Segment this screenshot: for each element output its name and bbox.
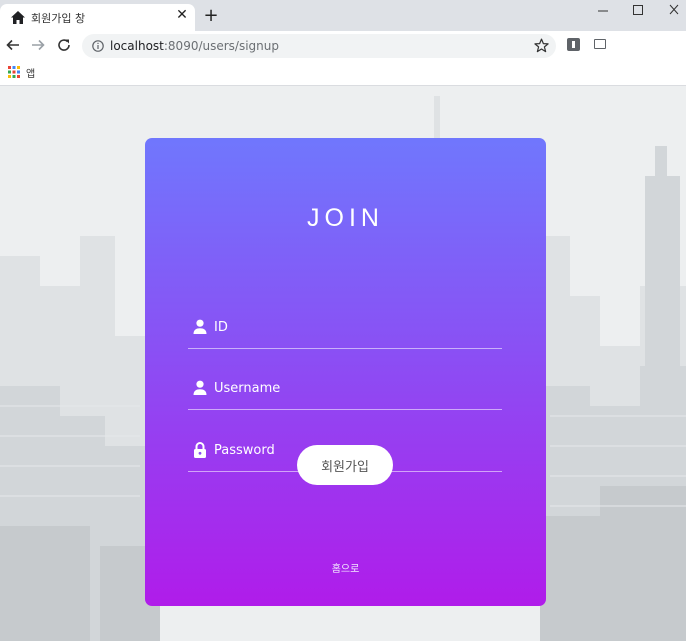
apps-bookmark-label[interactable]: 앱 — [26, 65, 35, 80]
id-input[interactable] — [214, 315, 494, 339]
lock-icon — [194, 442, 206, 458]
browser-tab-strip: 회원가입 창 ✕ + — [0, 0, 686, 31]
user-icon — [193, 319, 207, 334]
extension-icon[interactable] — [567, 38, 580, 51]
url-path: :8090/users/signup — [163, 39, 279, 53]
username-field — [188, 370, 502, 410]
close-window-icon[interactable] — [664, 2, 684, 18]
forward-icon[interactable] — [30, 37, 46, 53]
home-icon — [11, 11, 25, 24]
username-input[interactable] — [214, 376, 494, 400]
bookmarks-bar: 앱 — [0, 61, 686, 86]
new-tab-icon[interactable]: + — [203, 7, 219, 25]
reload-icon[interactable] — [56, 37, 72, 53]
address-bar[interactable]: localhost:8090/users/signup — [82, 34, 556, 58]
id-field — [188, 309, 502, 349]
bookmark-star-icon[interactable] — [534, 38, 549, 53]
username-underline — [188, 409, 502, 410]
page-viewport: JOIN 회원가입 — [0, 86, 686, 641]
id-underline — [188, 348, 502, 349]
browser-tab[interactable]: 회원가입 창 ✕ — [0, 4, 195, 31]
browser-toolbar: localhost:8090/users/signup — [0, 31, 686, 61]
join-title: JOIN — [307, 204, 384, 232]
url-host: localhost — [110, 39, 164, 53]
url-text: localhost:8090/users/signup — [110, 38, 279, 54]
info-icon[interactable] — [92, 40, 104, 52]
user-icon — [193, 380, 207, 395]
close-tab-icon[interactable]: ✕ — [175, 8, 189, 22]
home-link[interactable]: 홈으로 — [145, 560, 546, 575]
back-icon[interactable] — [5, 37, 21, 53]
maximize-icon[interactable] — [628, 2, 648, 18]
signup-button[interactable]: 회원가입 — [297, 445, 393, 485]
cast-icon[interactable] — [594, 39, 606, 49]
minimize-icon[interactable] — [593, 2, 613, 18]
apps-grid-icon[interactable] — [8, 66, 20, 78]
tab-title: 회원가입 창 — [31, 12, 86, 25]
join-card: JOIN 회원가입 — [145, 138, 546, 606]
